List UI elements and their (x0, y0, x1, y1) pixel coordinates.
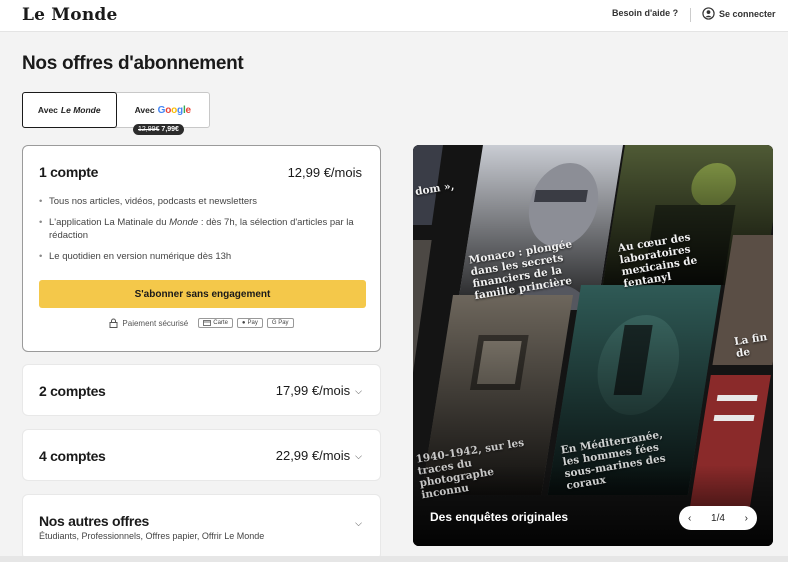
feature-item: Le quotidien en version numérique dès 13… (39, 250, 359, 263)
tab-prefix: Avec (37, 105, 58, 115)
tab-avec-google[interactable]: Avec Google (117, 93, 210, 127)
carousel-caption: Au cœur des laboratoires mexicains de fe… (616, 231, 699, 291)
chevron-down-icon: ⌵ (355, 518, 362, 528)
google-pay-badge: G Pay (266, 318, 294, 328)
carousel-caption: Monaco : plongée dans les secrets financ… (467, 238, 573, 303)
le-monde-logo[interactable]: Le Monde (22, 5, 118, 25)
feature-list: Tous nos articles, vidéos, podcasts et n… (39, 195, 359, 271)
chevron-down-icon: ⌵ (355, 386, 362, 396)
other-offers-card[interactable]: Nos autres offres Étudiants, Professionn… (22, 494, 381, 560)
chevron-right-icon[interactable]: › (745, 513, 748, 524)
feature-item: Tous nos articles, vidéos, podcasts et n… (39, 195, 359, 208)
chevron-left-icon[interactable]: ‹ (688, 513, 691, 524)
user-icon (702, 7, 715, 20)
subscribe-button[interactable]: S'abonner sans engagement (39, 280, 366, 308)
help-link[interactable]: Besoin d'aide ? (612, 8, 678, 18)
page-bottom-strip (0, 556, 788, 562)
login-link[interactable]: Se connecter (702, 7, 776, 20)
apple-pay-badge: ● Pay (236, 318, 263, 328)
carousel-pager: ‹ 1/4 › (679, 506, 757, 530)
offer-title: 1 compte (39, 164, 99, 180)
google-logo: Google (157, 104, 192, 116)
tab-avec-le-monde[interactable]: Avec Le Monde (22, 92, 117, 128)
lock-icon (109, 318, 118, 328)
tab-prefix: Avec (134, 105, 155, 115)
offer-card-1-compte: 1 compte 12,99 €/mois Tous nos articles,… (22, 145, 381, 352)
offer-price: 22,99 €/mois ⌵ (275, 448, 362, 463)
google-promo-badge: 12,99€ 7,99€ (133, 124, 184, 135)
other-offers-title: Nos autres offres (39, 513, 150, 529)
offer-card-4-comptes[interactable]: 4 comptes 22,99 €/mois ⌵ (22, 429, 381, 481)
offer-price: 17,99 €/mois ⌵ (275, 383, 362, 398)
secure-payment-label: Paiement sécurisé (122, 318, 189, 328)
tab-brand: Le Monde (60, 105, 101, 115)
carousel-page-indicator: 1/4 (711, 512, 725, 524)
promo-old-price: 12,99€ (138, 126, 160, 133)
offer-card-2-comptes[interactable]: 2 comptes 17,99 €/mois ⌵ (22, 364, 381, 416)
offer-price: 12,99 €/mois (287, 165, 362, 180)
promo-new-price: 7,99€ (161, 126, 179, 133)
offer-source-tabs: Avec Le Monde Avec Google (22, 92, 210, 128)
chevron-down-icon: ⌵ (355, 451, 362, 461)
header-divider (690, 8, 691, 22)
carousel-caption: En Méditerranée, les hommes fées sous-ma… (559, 428, 667, 493)
site-header: Le Monde Besoin d'aide ? Se connecter (0, 0, 788, 32)
carousel-caption: dom », (414, 180, 456, 199)
carousel-caption: 1940-1942, sur les traces du photographe… (414, 436, 525, 502)
carousel-label: Des enquêtes originales (430, 510, 569, 524)
card-payment-badge: Carte (198, 318, 233, 328)
carousel-caption: La fin de (733, 331, 768, 360)
offer-title: 2 comptes (39, 383, 106, 399)
offer-title: 4 comptes (39, 448, 106, 464)
apple-icon: ● (241, 320, 246, 326)
page-title: Nos offres d'abonnement (22, 53, 244, 74)
credit-card-icon (203, 320, 212, 326)
feature-item: L'application La Matinale du Monde : dès… (39, 216, 359, 242)
login-label: Se connecter (719, 8, 776, 19)
secure-payment-row: Paiement sécurisé Carte ● Pay G Pay (23, 318, 380, 328)
other-offers-subtitle: Étudiants, Professionnels, Offres papier… (39, 531, 265, 541)
investigations-carousel[interactable]: dom », Monaco : plongée dans les secrets… (413, 145, 773, 546)
carousel-captions: dom », Monaco : plongée dans les secrets… (413, 145, 773, 546)
